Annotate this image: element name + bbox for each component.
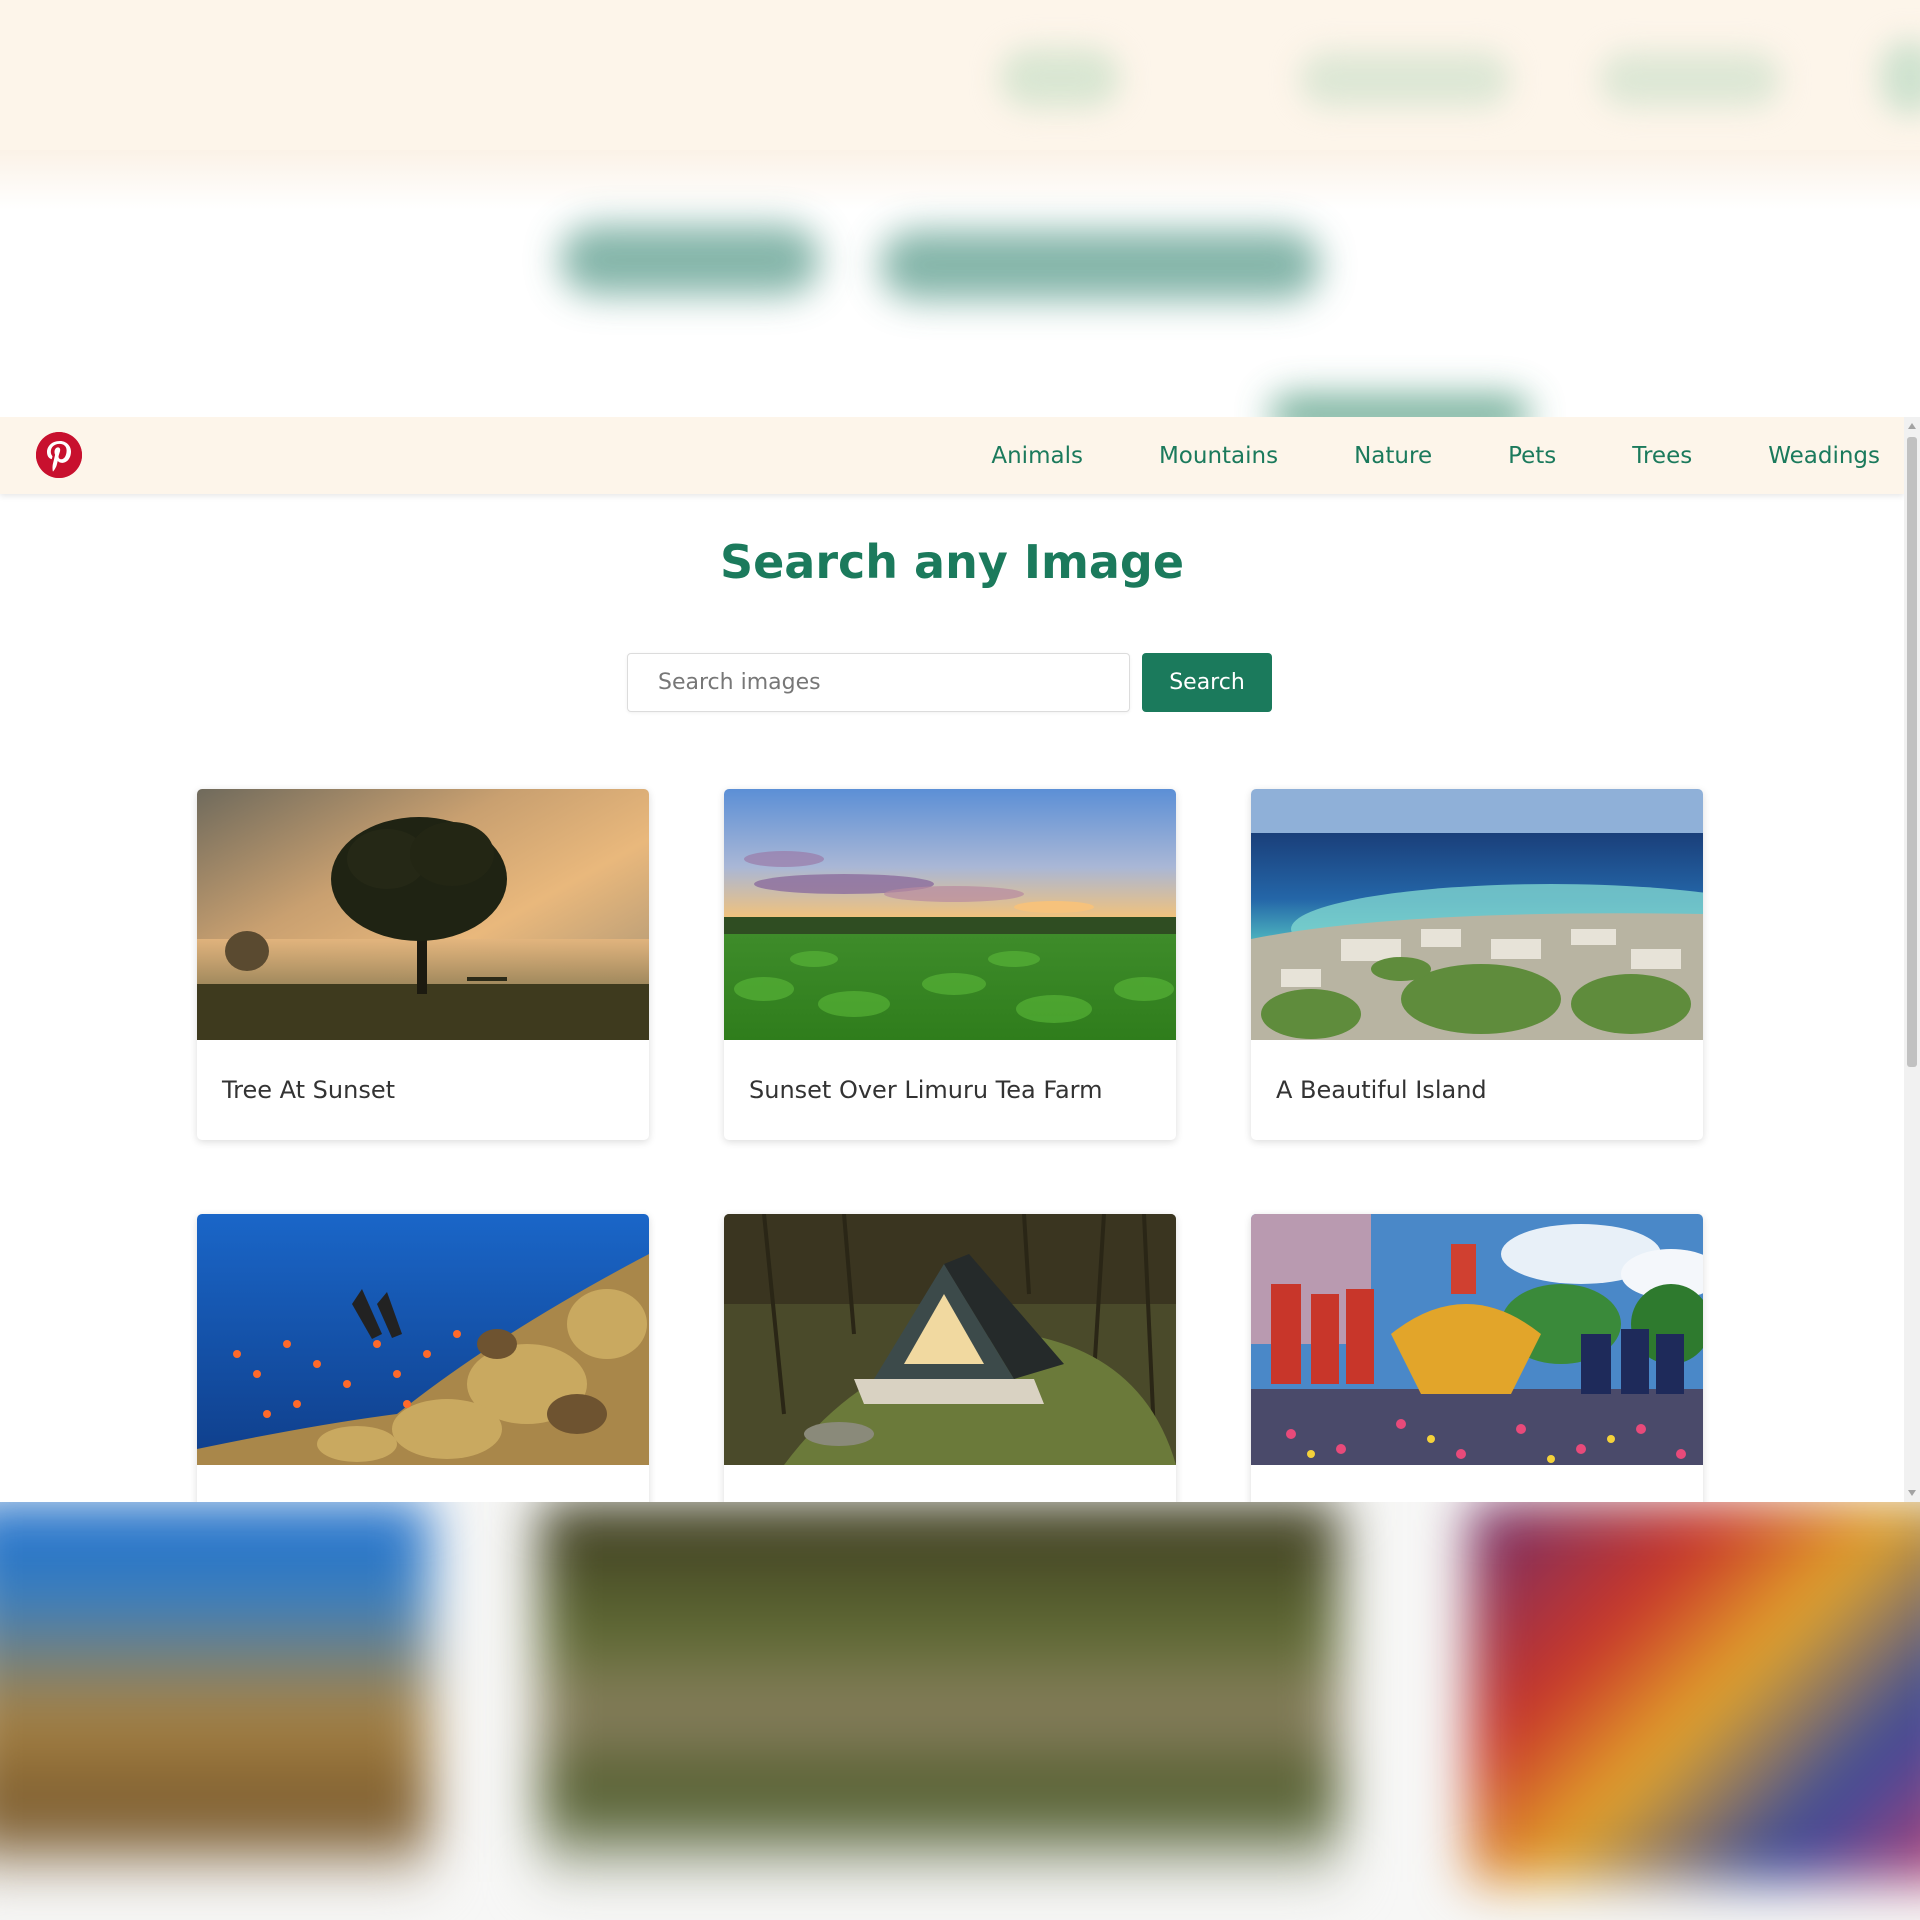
page-title: Search any Image: [719, 535, 1185, 589]
backdrop-top-fade: [0, 150, 1920, 210]
card-caption: [1251, 1465, 1703, 1502]
backdrop-blur-shape: [1600, 52, 1780, 107]
search-input[interactable]: [627, 653, 1130, 712]
card-image[interactable]: [197, 1214, 649, 1465]
image-card[interactable]: [197, 1214, 649, 1502]
navbar: Animals Mountains Nature Pets Trees Wead…: [0, 417, 1904, 494]
image-card[interactable]: Tree At Sunset: [197, 789, 649, 1140]
nav-link-weddings[interactable]: Weadings: [1768, 443, 1880, 469]
card-image[interactable]: [1251, 1214, 1703, 1465]
image-card[interactable]: A Beautiful Island: [1251, 789, 1703, 1140]
scroll-down-arrow-icon[interactable]: [1908, 1490, 1916, 1496]
card-caption: [724, 1465, 1176, 1502]
nav-link-trees[interactable]: Trees: [1632, 443, 1692, 469]
backdrop-blur-shape: [560, 225, 820, 295]
card-image[interactable]: [1251, 789, 1703, 1040]
card-caption: A Beautiful Island: [1276, 1076, 1487, 1104]
backdrop-blur-shape: [880, 230, 1320, 300]
card-image[interactable]: [724, 1214, 1176, 1465]
backdrop-blur-shape: [540, 1502, 1340, 1882]
backdrop-blur-shape: [1300, 52, 1510, 107]
backdrop-blur-shape: [1000, 48, 1120, 108]
backdrop-blur-shape: [1880, 40, 1920, 115]
nav-links: Animals Mountains Nature Pets Trees Wead…: [915, 417, 1880, 494]
nav-link-mountains[interactable]: Mountains: [1159, 443, 1278, 469]
backdrop-blur-shape: [1470, 1502, 1920, 1882]
nav-link-nature[interactable]: Nature: [1354, 443, 1432, 469]
nav-link-animals[interactable]: Animals: [991, 443, 1083, 469]
backdrop-bottom: [0, 1502, 1920, 1920]
image-card[interactable]: [1251, 1214, 1703, 1502]
card-caption: [197, 1465, 649, 1502]
app-window: Animals Mountains Nature Pets Trees Wead…: [0, 417, 1920, 1502]
card-image[interactable]: [197, 789, 649, 1040]
scroll-up-arrow-icon[interactable]: [1908, 423, 1916, 429]
backdrop-blur-shape: [0, 1502, 430, 1882]
image-card[interactable]: [724, 1214, 1176, 1502]
nav-link-pets[interactable]: Pets: [1508, 443, 1556, 469]
card-caption: Tree At Sunset: [222, 1076, 396, 1104]
image-card[interactable]: Sunset Over Limuru Tea Farm: [724, 789, 1176, 1140]
card-image[interactable]: [724, 789, 1176, 1040]
scrollbar[interactable]: [1904, 417, 1920, 1502]
scrollbar-thumb[interactable]: [1907, 437, 1917, 1067]
card-caption: Sunset Over Limuru Tea Farm: [749, 1076, 1103, 1104]
pinterest-logo-icon[interactable]: [36, 432, 82, 478]
search-button[interactable]: Search: [1142, 653, 1272, 712]
